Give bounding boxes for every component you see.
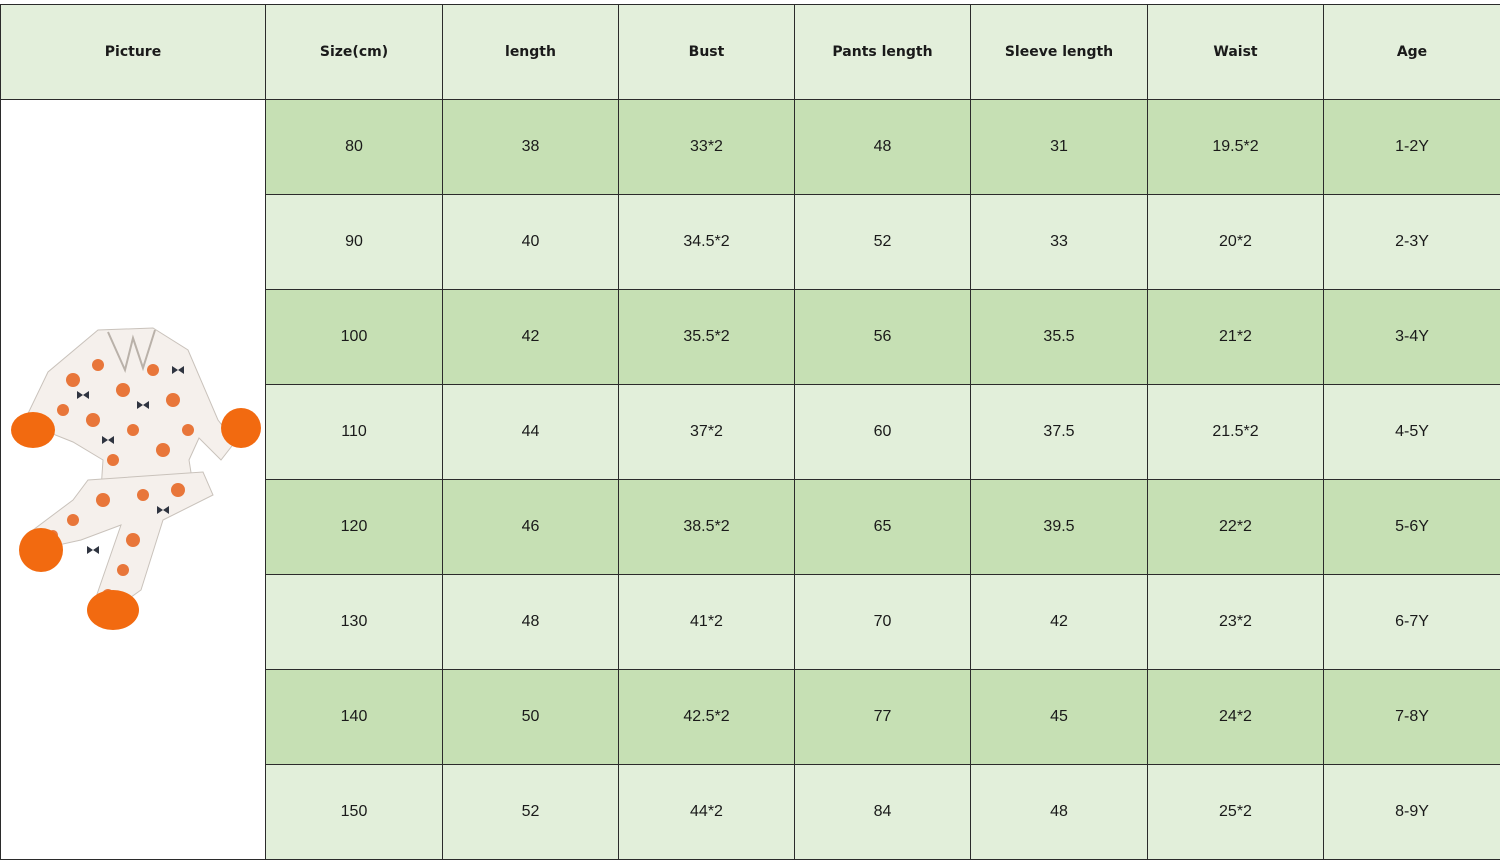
picture-cell <box>0 99 266 860</box>
cell-size: 110 <box>265 384 443 480</box>
cell-length: 46 <box>442 479 619 575</box>
cell-pants-length: 77 <box>794 669 971 765</box>
cell-length: 44 <box>442 384 619 480</box>
cell-pants-length: 48 <box>794 99 971 195</box>
cell-pants-length: 52 <box>794 194 971 290</box>
cell-size: 90 <box>265 194 443 290</box>
header-age: Age <box>1323 4 1500 100</box>
cell-bust: 44*2 <box>618 764 795 860</box>
cell-age: 8-9Y <box>1323 764 1500 860</box>
cell-bust: 41*2 <box>618 574 795 670</box>
cell-pants-length: 65 <box>794 479 971 575</box>
cell-sleeve-length: 39.5 <box>970 479 1148 575</box>
cell-age: 5-6Y <box>1323 479 1500 575</box>
size-chart-sheet: Picture Size(cm) length Bust Pants lengt… <box>0 0 1500 863</box>
cell-bust: 38.5*2 <box>618 479 795 575</box>
cell-age: 1-2Y <box>1323 99 1500 195</box>
cell-waist: 24*2 <box>1147 669 1324 765</box>
cell-size: 80 <box>265 99 443 195</box>
cell-bust: 33*2 <box>618 99 795 195</box>
cell-pants-length: 56 <box>794 289 971 385</box>
header-size: Size(cm) <box>265 4 443 100</box>
cell-bust: 34.5*2 <box>618 194 795 290</box>
cell-age: 3-4Y <box>1323 289 1500 385</box>
cell-sleeve-length: 42 <box>970 574 1148 670</box>
cell-waist: 25*2 <box>1147 764 1324 860</box>
cell-bust: 35.5*2 <box>618 289 795 385</box>
cell-age: 6-7Y <box>1323 574 1500 670</box>
cell-pants-length: 70 <box>794 574 971 670</box>
header-waist: Waist <box>1147 4 1324 100</box>
cell-age: 2-3Y <box>1323 194 1500 290</box>
table-row: 80 38 33*2 48 31 19.5*2 1-2Y <box>0 99 1500 860</box>
cell-waist: 21.5*2 <box>1147 384 1324 480</box>
cell-pants-length: 60 <box>794 384 971 480</box>
cell-size: 150 <box>265 764 443 860</box>
cell-sleeve-length: 33 <box>970 194 1148 290</box>
cell-size: 130 <box>265 574 443 670</box>
header-sleeve-length: Sleeve length <box>970 4 1148 100</box>
cell-age: 7-8Y <box>1323 669 1500 765</box>
cell-age: 4-5Y <box>1323 384 1500 480</box>
cell-length: 52 <box>442 764 619 860</box>
cell-sleeve-length: 48 <box>970 764 1148 860</box>
header-row: Picture Size(cm) length Bust Pants lengt… <box>0 4 1500 100</box>
header-length: length <box>442 4 619 100</box>
cell-size: 100 <box>265 289 443 385</box>
cell-waist: 22*2 <box>1147 479 1324 575</box>
cell-sleeve-length: 35.5 <box>970 289 1148 385</box>
cell-size: 120 <box>265 479 443 575</box>
cell-waist: 21*2 <box>1147 289 1324 385</box>
cell-length: 38 <box>442 99 619 195</box>
cell-waist: 20*2 <box>1147 194 1324 290</box>
cell-length: 40 <box>442 194 619 290</box>
cell-sleeve-length: 45 <box>970 669 1148 765</box>
header-picture: Picture <box>0 4 266 100</box>
cell-length: 48 <box>442 574 619 670</box>
cell-length: 50 <box>442 669 619 765</box>
pumpkin-pajama-set-image <box>11 326 261 630</box>
cell-sleeve-length: 37.5 <box>970 384 1148 480</box>
header-bust: Bust <box>618 4 795 100</box>
header-pants-length: Pants length <box>794 4 971 100</box>
cell-bust: 42.5*2 <box>618 669 795 765</box>
cell-size: 140 <box>265 669 443 765</box>
cell-pants-length: 84 <box>794 764 971 860</box>
cell-bust: 37*2 <box>618 384 795 480</box>
cell-sleeve-length: 31 <box>970 99 1148 195</box>
cell-waist: 23*2 <box>1147 574 1324 670</box>
cell-waist: 19.5*2 <box>1147 99 1324 195</box>
size-chart-table: Picture Size(cm) length Bust Pants lengt… <box>0 4 1500 860</box>
cell-length: 42 <box>442 289 619 385</box>
